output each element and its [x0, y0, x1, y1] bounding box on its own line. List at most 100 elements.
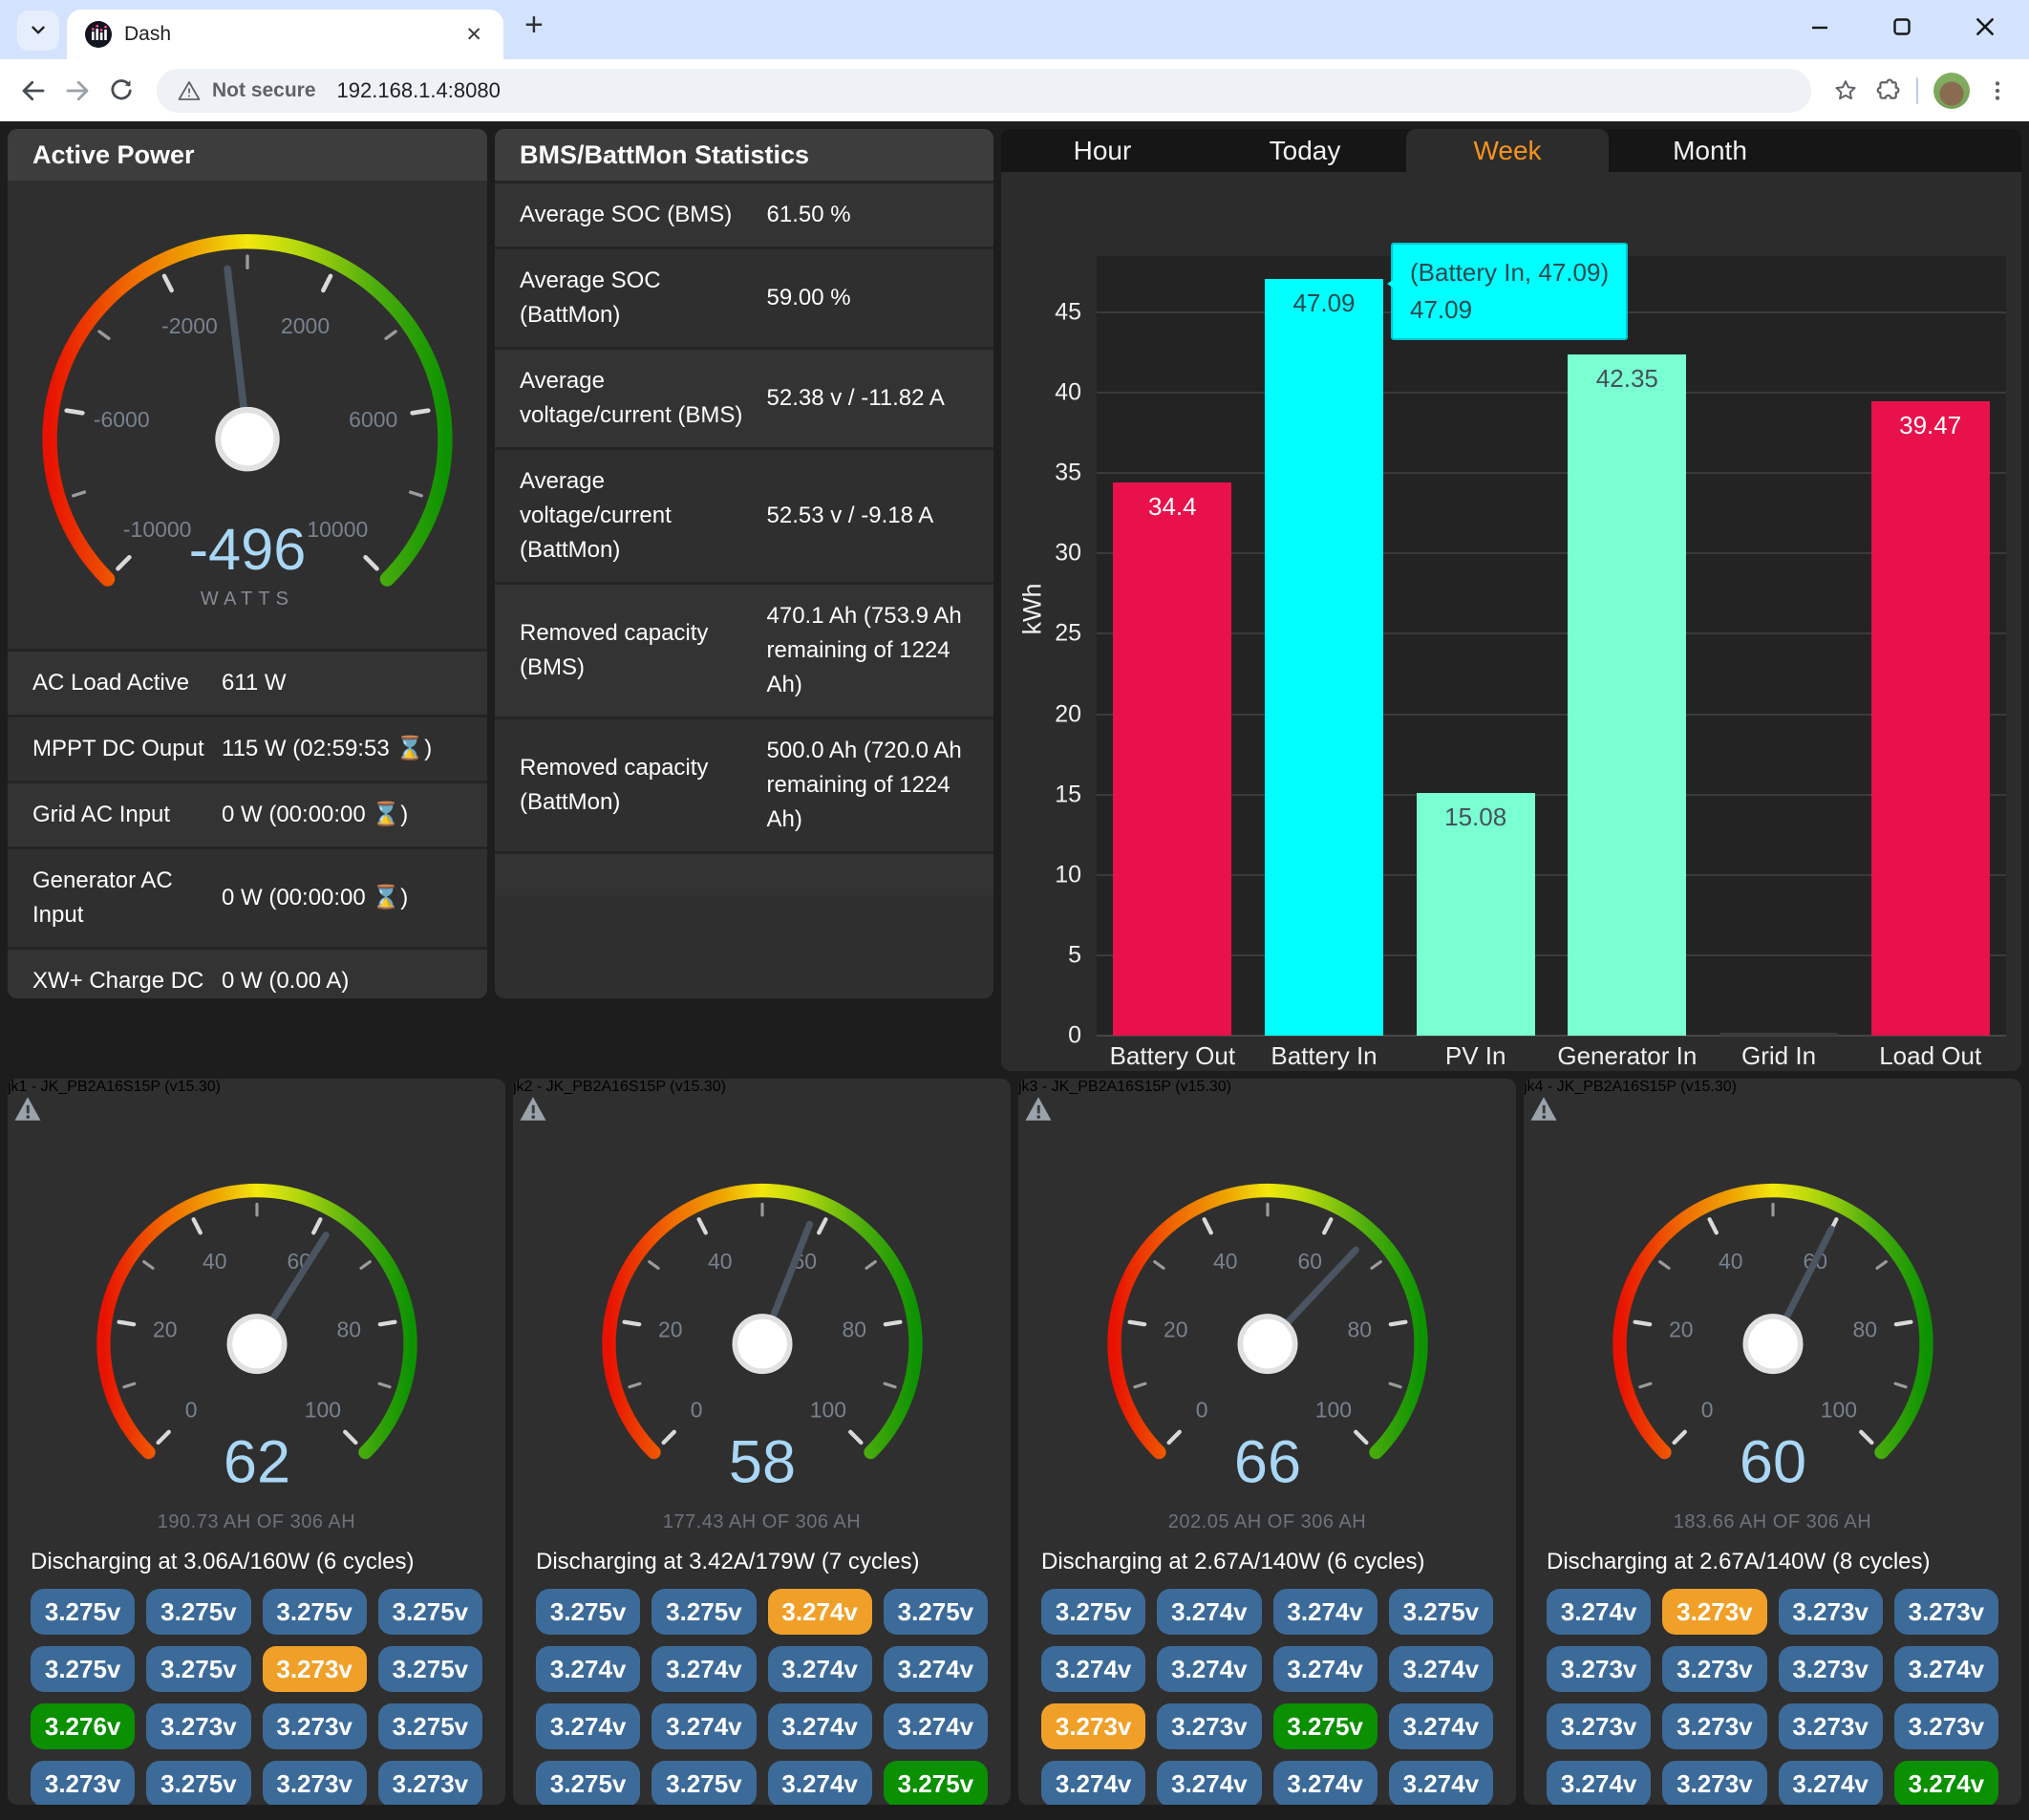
- cell-voltage-min: 3.273v: [1041, 1703, 1145, 1749]
- svg-text:40: 40: [708, 1249, 733, 1274]
- bar-value-label: 47.09: [1265, 289, 1383, 318]
- bar-battery-out[interactable]: 34.4: [1113, 482, 1231, 1036]
- bar-battery-in[interactable]: 47.09: [1265, 279, 1383, 1036]
- cell-voltage: 3.273v: [146, 1703, 250, 1749]
- url-text: 192.168.1.4:8080: [337, 78, 501, 103]
- svg-text:62: 62: [223, 1428, 289, 1495]
- svg-text:6000: 6000: [349, 407, 397, 432]
- svg-text:0: 0: [184, 1398, 197, 1423]
- bar-pv-in[interactable]: 15.08: [1417, 793, 1535, 1036]
- discharge-status: Discharging at 3.06A/160W (6 cycles): [31, 1549, 482, 1575]
- cell-voltage: 3.273v: [1779, 1589, 1883, 1635]
- cell-voltage: 3.273v: [1894, 1703, 1998, 1749]
- close-button[interactable]: [1974, 15, 1997, 38]
- bar-plot: 05101520253035404534.447.0915.0842.3539.…: [1097, 256, 2006, 1036]
- svg-text:60: 60: [1739, 1428, 1805, 1495]
- cell-voltage: 3.274v: [1389, 1761, 1493, 1805]
- bar-slot: 34.4: [1097, 256, 1249, 1036]
- forward-button[interactable]: [63, 76, 92, 105]
- menu-kebab-icon[interactable]: [1985, 78, 2010, 103]
- stat-value: 61.50 %: [767, 198, 970, 232]
- cell-voltage: 3.274v: [768, 1761, 872, 1805]
- tab-today[interactable]: Today: [1204, 129, 1406, 172]
- svg-text:100: 100: [1820, 1398, 1856, 1423]
- back-button[interactable]: [19, 76, 48, 105]
- cell-voltage: 3.274v: [1894, 1646, 1998, 1692]
- cell-voltage: 3.275v: [378, 1589, 482, 1635]
- minimize-button[interactable]: [1809, 16, 1830, 37]
- cell-voltage: 3.274v: [1779, 1761, 1883, 1805]
- window-controls: [1809, 15, 1997, 38]
- bookmark-star-icon[interactable]: [1832, 77, 1859, 104]
- stat-value: 115 W (02:59:53 ⌛): [222, 732, 462, 766]
- x-axis-labels: Battery OutBattery InPV InGenerator InGr…: [1097, 1041, 2006, 1071]
- tooltip-line-1: (Battery In, 47.09): [1410, 254, 1609, 291]
- stat-value: 0 W (00:00:00 ⌛): [222, 798, 462, 832]
- cell-voltage: 3.273v: [1894, 1589, 1998, 1635]
- stat-label: Average voltage/current (BattMon): [520, 464, 767, 567]
- bar-generator-in[interactable]: 42.35: [1568, 354, 1686, 1036]
- capacity-label: 183.66 AH OF 306 AH: [1524, 1511, 2021, 1533]
- tab-hour[interactable]: Hour: [1001, 129, 1204, 172]
- bar-slot: 39.47: [1854, 256, 2006, 1036]
- svg-text:80: 80: [842, 1317, 866, 1341]
- cell-voltage-min: 3.273v: [1662, 1589, 1766, 1635]
- address-bar[interactable]: Not secure 192.168.1.4:8080: [157, 69, 1811, 113]
- extensions-puzzle-icon[interactable]: [1874, 77, 1901, 104]
- cell-voltage: 3.274v: [1273, 1589, 1378, 1635]
- battery-row: jk1 - JK_PB2A16S15P (v15.30) 0 20 40 60 80 10…: [8, 1079, 2021, 1805]
- y-tick-label: 45: [1055, 298, 1081, 326]
- cell-voltage: 3.275v: [378, 1703, 482, 1749]
- warning-icon: [519, 1096, 1011, 1122]
- browser-tab[interactable]: Dash ✕: [67, 10, 503, 59]
- svg-text:66: 66: [1233, 1428, 1300, 1495]
- browser-window: Dash ✕ + Not secure 192.168.1.4:8080: [0, 0, 2029, 121]
- cell-voltage: 3.273v: [1779, 1646, 1883, 1692]
- bar-slot: 42.35: [1551, 256, 1703, 1036]
- bar-load-out[interactable]: 39.47: [1871, 401, 1990, 1036]
- new-tab-button[interactable]: +: [524, 7, 544, 44]
- x-label-pv-in: PV In: [1399, 1041, 1551, 1071]
- cell-voltage: 3.275v: [1041, 1589, 1145, 1635]
- tab-week[interactable]: Week: [1406, 129, 1609, 172]
- maximize-button[interactable]: [1891, 16, 1912, 37]
- y-tick-label: 30: [1055, 540, 1081, 567]
- cell-voltage: 3.274v: [1041, 1761, 1145, 1805]
- stat-value: 0 W (0.00 A): [222, 964, 462, 998]
- svg-text:0: 0: [690, 1398, 702, 1423]
- tab-search-button[interactable]: [17, 11, 59, 51]
- stat-label: Removed capacity (BattMon): [520, 751, 767, 820]
- bar-value-label: 42.35: [1568, 364, 1686, 394]
- chart-body: kWh 05101520253035404534.447.0915.0842.3…: [1001, 172, 2021, 1071]
- profile-avatar[interactable]: [1933, 73, 1970, 109]
- cell-voltage-max: 3.274v: [1894, 1761, 1998, 1805]
- cell-voltage-min: 3.273v: [263, 1646, 367, 1692]
- cell-voltage: 3.273v: [263, 1703, 367, 1749]
- chevron-down-icon: [28, 20, 49, 41]
- battery-panel: jk3 - JK_PB2A16S15P (v15.30) 02040608010…: [1018, 1079, 1516, 1805]
- cell-voltage: 3.275v: [146, 1646, 250, 1692]
- bar-grid-in[interactable]: [1719, 1033, 1838, 1036]
- y-tick-label: 0: [1068, 1022, 1081, 1050]
- cell-voltage-grid: 3.275v3.275v3.275v3.275v3.275v3.275v3.27…: [31, 1589, 482, 1805]
- stat-value: 611 W: [222, 666, 462, 700]
- svg-text:40: 40: [1213, 1249, 1238, 1274]
- svg-text:20: 20: [152, 1317, 176, 1341]
- battery-panel-title: jk4 - JK_PB2A16S15P (v15.30): [1524, 1079, 1737, 1095]
- cell-voltage: 3.275v: [536, 1761, 640, 1805]
- discharge-status: Discharging at 3.42A/179W (7 cycles): [536, 1549, 988, 1575]
- tab-close-icon[interactable]: ✕: [461, 23, 486, 47]
- bars-layer: 34.4 47.09 15.08 42.35 39.47: [1097, 256, 2006, 1036]
- cell-voltage: 3.275v: [651, 1589, 756, 1635]
- stat-row: MPPT DC Ouput115 W (02:59:53 ⌛): [8, 715, 487, 781]
- stat-row: Removed capacity (BMS)470.1 Ah (753.9 Ah…: [495, 582, 993, 717]
- tab-month[interactable]: Month: [1609, 129, 1811, 172]
- bar-value-label: 34.4: [1113, 492, 1231, 522]
- stat-row: XW+ Charge DC0 W (0.00 A): [8, 947, 487, 998]
- reload-button[interactable]: [107, 76, 136, 105]
- cell-voltage: 3.275v: [651, 1761, 756, 1805]
- battery-panel-title: jk1 - JK_PB2A16S15P (v15.30): [8, 1079, 221, 1095]
- active-power-table: AC Load Active611 WMPPT DC Ouput115 W (0…: [8, 649, 487, 998]
- x-label-battery-out: Battery Out: [1097, 1041, 1249, 1071]
- discharge-status: Discharging at 2.67A/140W (8 cycles): [1547, 1549, 1998, 1575]
